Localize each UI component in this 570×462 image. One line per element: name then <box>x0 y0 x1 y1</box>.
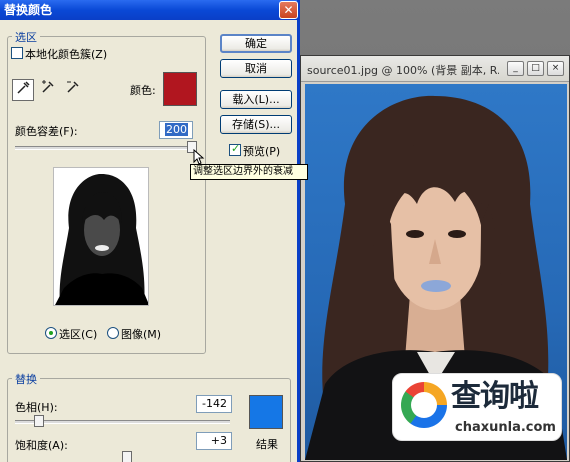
hue-input[interactable]: -142 <box>196 395 232 413</box>
selection-color-swatch[interactable] <box>163 72 197 106</box>
hue-slider[interactable] <box>15 420 230 424</box>
fuzziness-slider[interactable] <box>15 146 195 150</box>
fuzziness-label: 颜色容差(F): <box>15 125 78 138</box>
saturation-input[interactable]: +3 <box>196 432 232 450</box>
result-color-swatch[interactable] <box>249 395 283 429</box>
eyedropper-icon[interactable] <box>12 79 34 101</box>
localized-clusters-checkbox[interactable] <box>11 47 23 59</box>
selection-group-label: 选区 <box>12 29 40 45</box>
fuzziness-tooltip: 调整选区边界外的衰减 <box>190 164 308 180</box>
maximize-button[interactable]: □ <box>527 61 544 76</box>
document-titlebar[interactable]: source01.jpg @ 100% (背景 副本, R... _ □ × <box>301 56 569 82</box>
radio-image-label[interactable]: 图像(M) <box>121 326 161 342</box>
result-label: 结果 <box>256 438 278 451</box>
cancel-button[interactable]: 取消 <box>220 59 292 78</box>
load-button[interactable]: 载入(L)... <box>220 90 292 109</box>
dialog-close-button[interactable]: ✕ <box>279 1 298 19</box>
ok-button[interactable]: 确定 <box>220 34 292 53</box>
watermark-logo-badge: 查询啦 chaxunla.com <box>392 373 562 441</box>
localized-clusters-label[interactable]: 本地化颜色簇(Z) <box>25 46 107 62</box>
cursor-arrow-icon <box>193 149 205 165</box>
minimize-button[interactable]: _ <box>507 61 524 76</box>
eyedropper-minus-icon[interactable] <box>62 79 84 101</box>
search-logo-icon <box>401 382 447 428</box>
hue-slider-thumb[interactable] <box>34 415 44 427</box>
dialog-titlebar[interactable]: 替换颜色 ✕ <box>0 0 298 20</box>
document-title: source01.jpg @ 100% (背景 副本, R... <box>307 64 499 76</box>
color-label: 颜色: <box>130 84 156 97</box>
fuzziness-input[interactable]: 200 <box>159 121 193 139</box>
replace-color-dialog: 替换颜色 ✕ 选区 本地化颜色簇(Z) 颜色: 颜色容差(F): 200 选区(… <box>0 0 300 462</box>
saturation-label: 饱和度(A): <box>15 439 68 452</box>
watermark-en: chaxunla.com <box>455 420 556 435</box>
eyedropper-plus-icon[interactable] <box>37 79 59 101</box>
selection-preview-image <box>53 167 149 306</box>
preview-label[interactable]: 预览(P) <box>243 143 280 159</box>
radio-selection[interactable] <box>45 327 57 339</box>
radio-image[interactable] <box>107 327 119 339</box>
dialog-title: 替换颜色 <box>4 3 53 17</box>
document-close-button[interactable]: × <box>547 61 564 76</box>
radio-selection-label[interactable]: 选区(C) <box>59 326 97 342</box>
save-button[interactable]: 存储(S)... <box>220 115 292 134</box>
watermark-cn: 查询啦 <box>451 379 539 414</box>
preview-checkbox[interactable] <box>229 142 241 156</box>
hue-label: 色相(H): <box>15 401 58 414</box>
replacement-group-label: 替换 <box>12 371 40 387</box>
saturation-slider-thumb[interactable] <box>122 451 132 462</box>
